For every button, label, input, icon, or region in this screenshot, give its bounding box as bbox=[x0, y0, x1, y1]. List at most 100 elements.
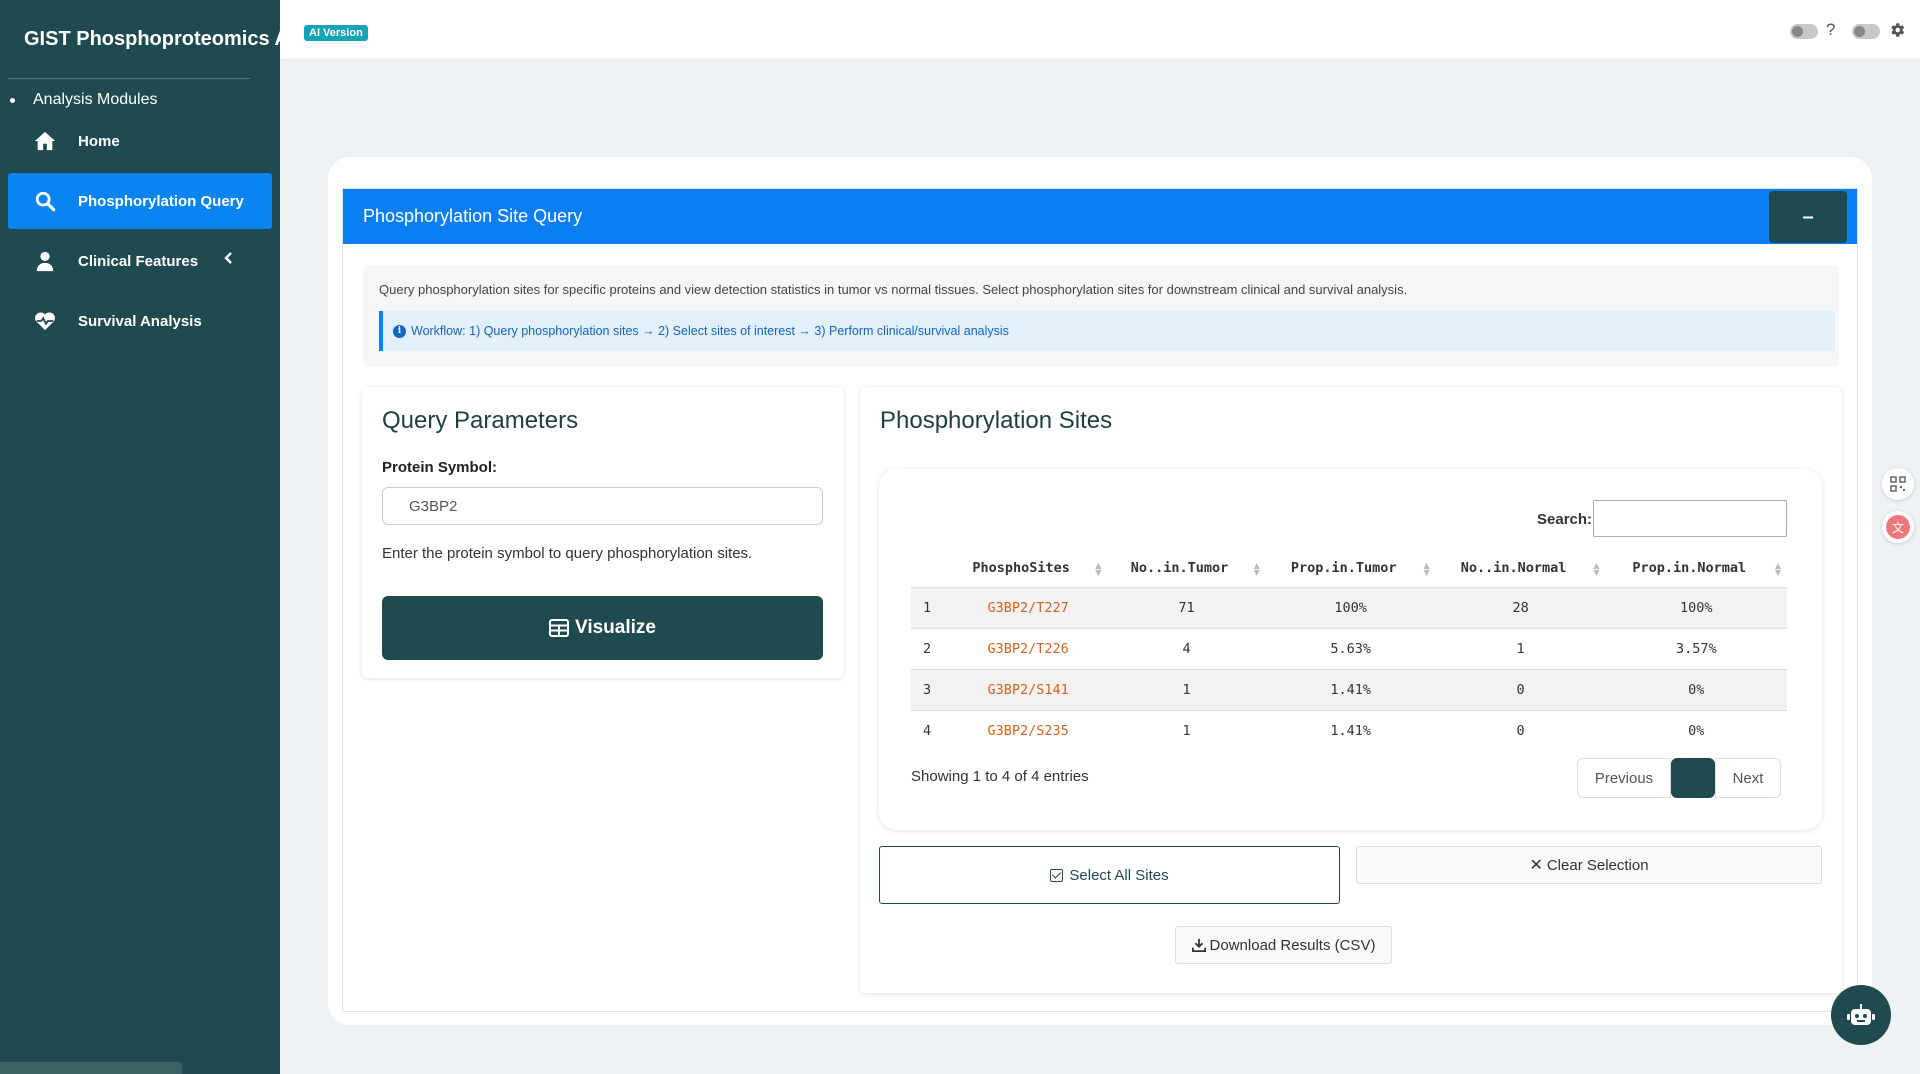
table-row[interactable]: 3 G3BP2/S141 1 1.41% 0 0% bbox=[911, 668, 1787, 710]
table-cell: 1 bbox=[1107, 709, 1266, 751]
sidebar-scrollbar[interactable] bbox=[0, 1062, 182, 1074]
table-row[interactable]: 4 G3BP2/S235 1 1.41% 0 0% bbox=[911, 709, 1787, 751]
app-title: GIST Phosphoproteomics A bbox=[24, 27, 280, 50]
sidebar-item-label: Clinical Features bbox=[78, 252, 199, 270]
protein-symbol-label: Protein Symbol: bbox=[382, 459, 498, 476]
previous-page-button[interactable]: Previous bbox=[1577, 758, 1671, 798]
table-cell: 1 bbox=[1107, 668, 1266, 710]
table-cell: 100% bbox=[1605, 586, 1787, 628]
clear-selection-button[interactable]: ✕ Clear Selection bbox=[1356, 846, 1822, 884]
translate-icon[interactable]: 文 bbox=[1882, 511, 1914, 543]
box-header: Phosphorylation Site Query – bbox=[343, 189, 1857, 244]
workflow-alert: i Workflow: 1) Query phosphorylation sit… bbox=[379, 311, 1835, 351]
sidebar-item-label: Home bbox=[78, 132, 120, 150]
info-panel: Query phosphorylation sites for specific… bbox=[363, 265, 1839, 367]
query-box: Phosphorylation Site Query – Query phosp… bbox=[342, 188, 1858, 1012]
close-icon: ✕ bbox=[1529, 857, 1543, 874]
download-results-button[interactable]: Download Results (CSV) bbox=[1175, 926, 1392, 964]
row-index: 4 bbox=[911, 709, 949, 751]
ai-version-badge: AI Version bbox=[304, 25, 368, 41]
bullet-icon bbox=[10, 97, 15, 103]
table-cell: 0% bbox=[1605, 709, 1787, 751]
table-cell: 4 bbox=[1107, 627, 1266, 669]
help-icon[interactable]: ? bbox=[1826, 20, 1835, 40]
row-index: 3 bbox=[911, 668, 949, 710]
visualize-button[interactable]: Visualize bbox=[382, 596, 823, 660]
protein-symbol-help: Enter the protein symbol to query phosph… bbox=[382, 545, 753, 562]
table-icon bbox=[549, 619, 569, 637]
column-header[interactable]: PhosphoSites ▲ ▼ bbox=[949, 549, 1107, 587]
query-parameters-title: Query Parameters bbox=[382, 407, 579, 434]
sites-table: PhosphoSites ▲ ▼ No..in.Tumor ▲ ▼ Prop.in.Tu… bbox=[911, 549, 1787, 751]
table-row[interactable]: 2 G3BP2/T226 4 5.63% 1 3.57% bbox=[911, 627, 1787, 669]
sort-icon: ▲ ▼ bbox=[1593, 561, 1600, 577]
gear-icon[interactable] bbox=[1888, 21, 1906, 39]
box-title: Phosphorylation Site Query bbox=[363, 206, 583, 226]
heartbeat-icon bbox=[35, 312, 55, 331]
sort-icon: ▲ ▼ bbox=[1774, 561, 1781, 577]
select-all-sites-button[interactable]: Select All Sites bbox=[879, 846, 1340, 904]
table-cell: 100% bbox=[1265, 586, 1436, 628]
site-link[interactable]: G3BP2/S141 bbox=[949, 668, 1108, 710]
table-cell: 28 bbox=[1435, 586, 1606, 628]
column-header[interactable]: Prop.in.Normal ▲ ▼ bbox=[1606, 549, 1787, 587]
sidebar-section: Analysis Modules bbox=[0, 79, 280, 109]
table-cell: 1.41% bbox=[1265, 709, 1436, 751]
column-header[interactable]: No..in.Tumor ▲ ▼ bbox=[1107, 549, 1265, 587]
table-cell: 0 bbox=[1435, 709, 1606, 751]
site-link[interactable]: G3BP2/T226 bbox=[949, 627, 1108, 669]
site-link[interactable]: G3BP2/T227 bbox=[949, 586, 1108, 628]
chevron-left-icon[interactable] bbox=[222, 251, 236, 265]
entries-info: Showing 1 to 4 of 4 entries bbox=[911, 768, 1089, 785]
table-cell: 3.57% bbox=[1605, 627, 1787, 669]
workflow-text: Workflow: 1) Query phosphorylation sites… bbox=[411, 324, 1009, 338]
table-row[interactable]: 1 G3BP2/T227 71 100% 28 100% bbox=[911, 586, 1787, 628]
home-icon bbox=[34, 131, 56, 151]
settings-toggle[interactable] bbox=[1852, 24, 1880, 39]
column-header[interactable]: Prop.in.Tumor ▲ ▼ bbox=[1266, 549, 1436, 587]
sidebar-section-label: Analysis Modules bbox=[33, 91, 158, 108]
table-cell: 1.41% bbox=[1265, 668, 1436, 710]
query-parameters-panel: Query Parameters Protein Symbol: Enter t… bbox=[362, 387, 844, 678]
site-link[interactable]: G3BP2/S235 bbox=[949, 709, 1108, 751]
user-icon bbox=[36, 251, 54, 272]
chatbot-button[interactable] bbox=[1831, 985, 1891, 1045]
current-page-button[interactable] bbox=[1671, 758, 1715, 798]
sidebar-item-label: Survival Analysis bbox=[78, 312, 202, 330]
download-icon bbox=[1191, 938, 1206, 952]
row-index: 1 bbox=[911, 586, 949, 628]
row-index: 2 bbox=[911, 627, 949, 669]
table-cell: 71 bbox=[1107, 586, 1266, 628]
search-input[interactable] bbox=[1593, 500, 1787, 537]
next-page-button[interactable]: Next bbox=[1715, 758, 1781, 798]
column-header[interactable]: No..in.Normal ▲ ▼ bbox=[1436, 549, 1606, 587]
select-all-label: Select All Sites bbox=[1069, 866, 1169, 884]
check-square-icon bbox=[1050, 868, 1064, 882]
header: AI Version ? bbox=[280, 0, 1920, 58]
collapse-button[interactable]: – bbox=[1769, 191, 1847, 243]
index-header bbox=[911, 549, 949, 587]
clear-selection-label: Clear Selection bbox=[1546, 856, 1649, 874]
search-icon bbox=[35, 191, 56, 212]
robot-icon bbox=[1847, 1004, 1875, 1025]
sidebar: GIST Phosphoproteomics A Analysis Module… bbox=[0, 0, 280, 1074]
sidebar-item-phosphorylation-query[interactable]: Phosphorylation Query bbox=[8, 173, 272, 229]
sidebar-item-home[interactable]: Home bbox=[8, 113, 272, 169]
description-text: Query phosphorylation sites for specific… bbox=[379, 282, 1408, 297]
datatable-card: Search: PhosphoSites ▲ ▼ No..in.Tumor ▲ ▼ Pr… bbox=[879, 469, 1822, 830]
table-cell: 1 bbox=[1435, 627, 1606, 669]
protein-symbol-input[interactable] bbox=[382, 487, 823, 525]
phosphorylation-sites-panel: Phosphorylation Sites Search: PhosphoSit… bbox=[860, 387, 1842, 993]
download-label: Download Results (CSV) bbox=[1209, 936, 1376, 954]
qr-code-icon[interactable] bbox=[1882, 468, 1914, 500]
sort-icon: ▲ ▼ bbox=[1253, 561, 1260, 577]
phosphorylation-sites-title: Phosphorylation Sites bbox=[880, 407, 1113, 434]
sidebar-item-survival-analysis[interactable]: Survival Analysis bbox=[8, 293, 272, 349]
sidebar-item-label: Phosphorylation Query bbox=[78, 192, 244, 210]
sidebar-item-clinical-features[interactable]: Clinical Features bbox=[8, 233, 272, 289]
visualize-label: Visualize bbox=[575, 617, 656, 638]
sort-icon: ▲ ▼ bbox=[1423, 561, 1430, 577]
table-cell: 0% bbox=[1605, 668, 1787, 710]
search-label: Search: bbox=[1537, 511, 1593, 528]
theme-toggle[interactable] bbox=[1790, 24, 1818, 39]
